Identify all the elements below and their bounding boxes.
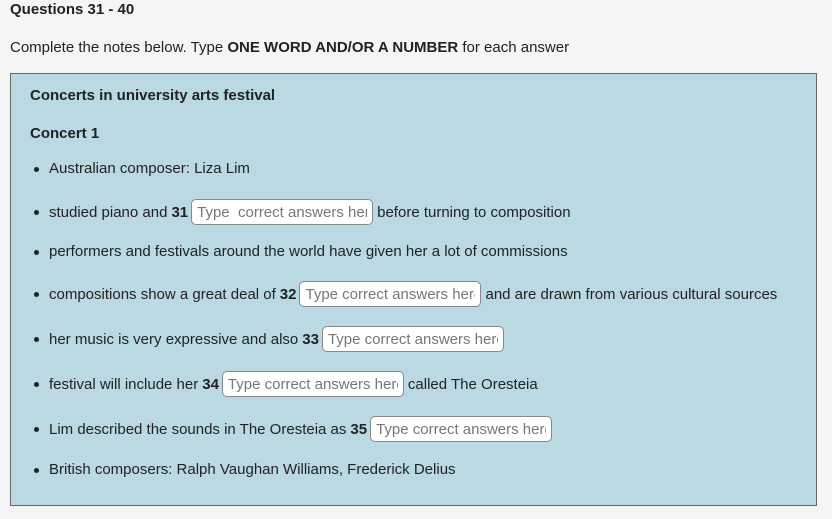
item-after: and are drawn from various cultural sour… xyxy=(485,285,778,303)
instructions-bold: ONE WORD AND/OR A NUMBER xyxy=(227,39,459,56)
list-item-q32: compositions show a great deal of 32 and… xyxy=(33,281,778,307)
list-item-q31: studied piano and 31 before turning to c… xyxy=(34,199,571,225)
item-before: her music is very expressive and also xyxy=(49,330,299,348)
question-number-35: 35 xyxy=(350,420,368,438)
list-item: performers and festivals around the worl… xyxy=(34,243,568,260)
list-item-q35: Lim described the sounds in The Oresteia… xyxy=(33,416,553,442)
list-item: British composers: Ralph Vaughan William… xyxy=(34,461,456,478)
instructions-prefix: Complete the notes below. Type xyxy=(10,39,228,56)
item-text: British composers: Ralph Vaughan William… xyxy=(49,461,456,478)
answer-input-33[interactable] xyxy=(321,326,504,352)
item-before: festival will include her xyxy=(49,375,199,393)
question-number-31: 31 xyxy=(171,203,189,221)
item-before: studied piano and xyxy=(49,203,168,221)
question-number-32: 32 xyxy=(279,285,297,303)
item-before: compositions show a great deal of xyxy=(49,285,276,303)
questions-heading: Questions 31 - 40 xyxy=(10,1,135,18)
answer-input-32[interactable] xyxy=(299,281,482,307)
instructions: Complete the notes below. Type ONE WORD … xyxy=(10,39,569,56)
list-item: Australian composer: Liza Lim xyxy=(34,160,250,177)
question-number-33: 33 xyxy=(302,330,319,348)
question-number-34: 34 xyxy=(202,375,219,393)
instructions-suffix: for each answer xyxy=(458,39,570,56)
list-item-q33: her music is very expressive and also 33 xyxy=(34,326,504,352)
answer-input-34[interactable] xyxy=(221,371,404,397)
item-text: Australian composer: Liza Lim xyxy=(49,160,250,177)
concert-title: Concert 1 xyxy=(30,125,100,142)
notes-box: Concerts in university arts festival Con… xyxy=(10,73,817,506)
item-after: before turning to composition xyxy=(377,203,571,221)
answer-input-31[interactable] xyxy=(191,199,374,225)
item-after: called The Oresteia xyxy=(407,375,538,393)
answer-input-35[interactable] xyxy=(370,416,553,442)
item-before: Lim described the sounds in The Oresteia… xyxy=(49,420,347,438)
list-item-q34: festival will include her 34 called The … xyxy=(34,371,538,397)
item-text: performers and festivals around the worl… xyxy=(49,243,568,260)
notes-title: Concerts in university arts festival xyxy=(30,87,276,104)
